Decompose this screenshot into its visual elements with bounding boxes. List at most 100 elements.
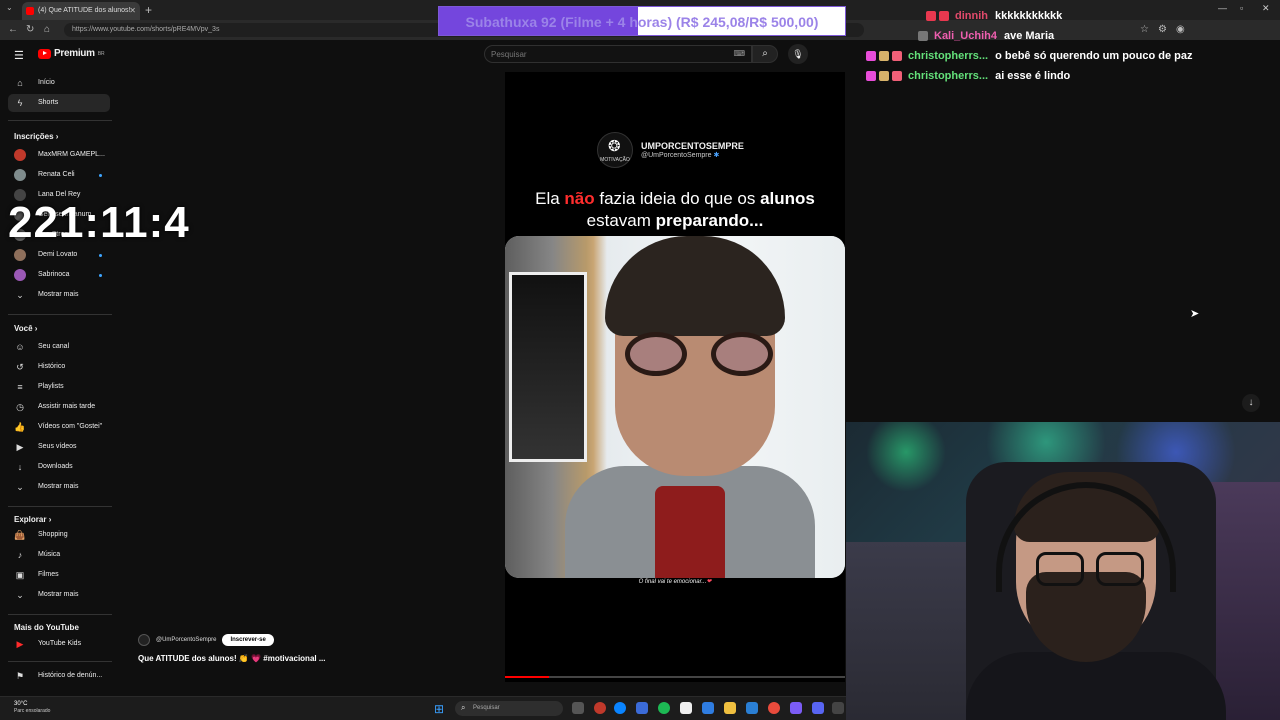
music-icon: ♪ [17,550,23,560]
chevron-right-icon: › [46,515,52,524]
app-icon[interactable] [746,702,758,714]
profile-icon[interactable]: ◉ [1176,24,1185,35]
scroll-down-icon[interactable]: ↓ [1242,394,1260,412]
close-window-icon[interactable]: ✕ [1262,3,1270,14]
close-tab-icon[interactable]: ✕ [129,6,136,15]
chevron-down-icon: ⌄ [16,482,24,492]
subscribe-button[interactable]: Inscrever-se [222,634,274,646]
short-title[interactable]: Que ATITUDE dos alunos! 👏 💗 #motivaciona… [138,654,438,663]
tab-list-icon[interactable]: ⌄ [6,3,13,12]
sidebar-item-film[interactable]: ▣ Filmes [8,566,110,584]
sidebar-item-your-videos[interactable]: ▶ Seus vídeos [8,438,110,456]
youtube-logo[interactable]: Premium BR [38,48,105,59]
app-icon[interactable] [680,702,692,714]
weather-widget[interactable]: 30°C Parc ensolarado [14,701,50,715]
sidebar-item-label: Sabrinoca [38,271,70,278]
chat-username[interactable]: christopherrs... [908,50,988,62]
spotify-icon[interactable] [658,702,670,714]
app-icon[interactable] [594,702,606,714]
start-icon[interactable]: ⊞ [434,702,444,716]
mail-icon[interactable] [702,702,714,714]
chat-message: dinnih kkkkkkkkkkk [926,10,1062,22]
taskbar-search[interactable]: ⌕ Pesquisar [455,701,563,716]
app-icon[interactable] [832,702,844,714]
search-button[interactable]: ⌕ [752,45,778,63]
new-content-dot [99,174,102,177]
menu-icon[interactable]: ☰ [14,49,24,62]
explore-heading[interactable]: Explorar › [14,515,51,524]
short-info: @UmPorcentoSempre Inscrever-se Que ATITU… [138,634,438,663]
sidebar-item-shorts[interactable]: ϟ Shorts [8,94,110,112]
sidebar-item-label: Downloads [38,463,73,470]
more-youtube-heading: Mais do YouTube [14,623,79,632]
twitch-icon[interactable] [790,702,802,714]
watch-later-icon: ◷ [16,402,24,412]
reload-icon[interactable]: ↻ [26,24,34,35]
new-tab-icon[interactable]: + [145,3,152,17]
sidebar-item-label: Mostrar mais [38,591,79,598]
video-frame[interactable]: quebrar [505,236,845,578]
info-channel-name[interactable]: @UmPorcentoSempre [156,637,216,643]
sidebar-item-download[interactable]: ↓ Downloads [8,458,110,476]
search-input[interactable]: Pesquisar ⌨ [484,45,752,63]
chat-username[interactable]: Kali_Uchih4 [934,30,997,42]
taskbar-search-placeholder: Pesquisar [473,705,500,711]
new-content-dot [99,254,102,257]
sidebar-subscription[interactable]: Demi Lovato [8,246,110,264]
extensions-icon[interactable]: ⚙ [1158,24,1167,35]
tab-title: (4) Que ATITUDE dos alunos! [38,7,131,14]
keyboard-icon[interactable]: ⌨ [733,49,745,58]
home-icon: ⌂ [17,78,23,88]
sidebar-item-channel[interactable]: ☺ Seu canal [8,338,110,356]
sidebar-item-label: Mostrar mais [38,291,79,298]
channel-avatar [14,169,26,181]
chat-username[interactable]: christopherrs... [908,70,988,82]
sidebar-subscription[interactable]: Sabrinoca [8,266,110,284]
chat-text: ave Maria [1003,30,1055,42]
headline-part: alunos [760,189,815,208]
sidebar-item-like[interactable]: 👍 Vídeos com "Gostei" [8,418,110,436]
sidebar-item-label: Vídeos com "Gostei" [38,423,103,430]
edge-icon[interactable] [614,702,626,714]
video-channel-handle: @UmPorcentoSempre ✱ [641,152,720,159]
show-more-button[interactable]: ⌄ Mostrar mais [8,286,110,304]
sidebar-item-home[interactable]: ⌂ Início [8,74,110,92]
sidebar-subscription[interactable]: MaxMRM GAMEPL... [8,146,110,164]
shorts-player[interactable]: MOTIVAÇÃO UMPORCENTOSEMPRE @UmPorcentoSe… [505,72,845,682]
bookmark-star-icon[interactable]: ☆ [1140,24,1149,35]
sidebar-item-shopping[interactable]: 👜 Shopping [8,526,110,544]
sidebar-item-playlist[interactable]: ≡ Playlists [8,378,110,396]
minimize-icon[interactable]: — [1218,3,1227,13]
sidebar-item-music[interactable]: ♪ Música [8,546,110,564]
window-frame [509,272,587,462]
subscriptions-heading[interactable]: Inscrições › [14,132,58,141]
maximize-icon[interactable]: ▫ [1240,3,1243,13]
browser-tab[interactable]: (4) Que ATITUDE dos alunos! ✕ [22,2,140,20]
chat-badge-icon [866,71,876,81]
voice-search-button[interactable]: 🎙 [788,44,808,64]
taskview-icon[interactable] [572,702,584,714]
sidebar-item-youtube-kids[interactable]: ▶ YouTube Kids [8,635,110,653]
back-icon[interactable]: ← [8,24,18,35]
chat-username[interactable]: dinnih [955,10,988,22]
search-icon: ⌕ [762,48,768,59]
video-headline: Ela não fazia ideia do que os alunos esta… [505,188,845,232]
taskbar-search-icon: ⌕ [461,703,466,712]
sidebar-subscription[interactable]: Renata Celi [8,166,110,184]
shopping-icon: 👜 [14,530,26,540]
sidebar-item-watch-later[interactable]: ◷ Assistir mais tarde [8,398,110,416]
video-progress[interactable] [505,676,845,678]
app-icon[interactable] [636,702,648,714]
sidebar-item-report-history[interactable]: ⚑ Histórico de denún... [8,667,110,685]
folder-icon[interactable] [724,702,736,714]
stream-timer: 221:11:4 [8,198,190,247]
sidebar-item-history[interactable]: ↺ Histórico [8,358,110,376]
home-browser-icon[interactable]: ⌂ [44,24,50,35]
discord-icon[interactable] [812,702,824,714]
you-heading[interactable]: Você › [14,324,37,333]
channel-avatar[interactable] [138,634,150,646]
show-more-button[interactable]: ⌄ Mostrar mais [8,586,110,604]
show-more-button[interactable]: ⌄ Mostrar mais [8,478,110,496]
region-label: BR [97,50,105,57]
chrome-icon[interactable] [768,702,780,714]
